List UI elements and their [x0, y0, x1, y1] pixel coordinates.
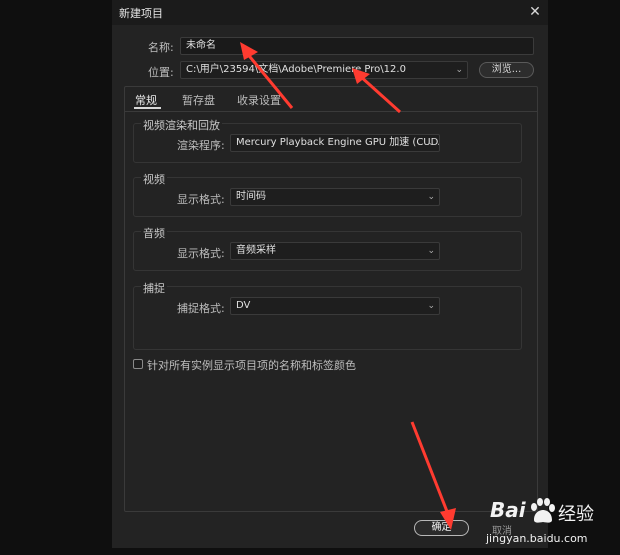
arrow-head-ok [440, 508, 456, 530]
watermark-brand-cn: 经验 [558, 504, 594, 525]
annotation-arrows [240, 42, 456, 530]
paw-icon [531, 498, 555, 523]
baidu-watermark: Bai 经验 jingyan.baidu.com [484, 494, 616, 552]
watermark-url: jingyan.baidu.com [486, 532, 588, 545]
arrow-to-location [358, 74, 402, 114]
watermark-brand: Bai [490, 498, 526, 522]
arrow-to-name [244, 51, 294, 109]
arrow-to-ok [410, 421, 450, 515]
